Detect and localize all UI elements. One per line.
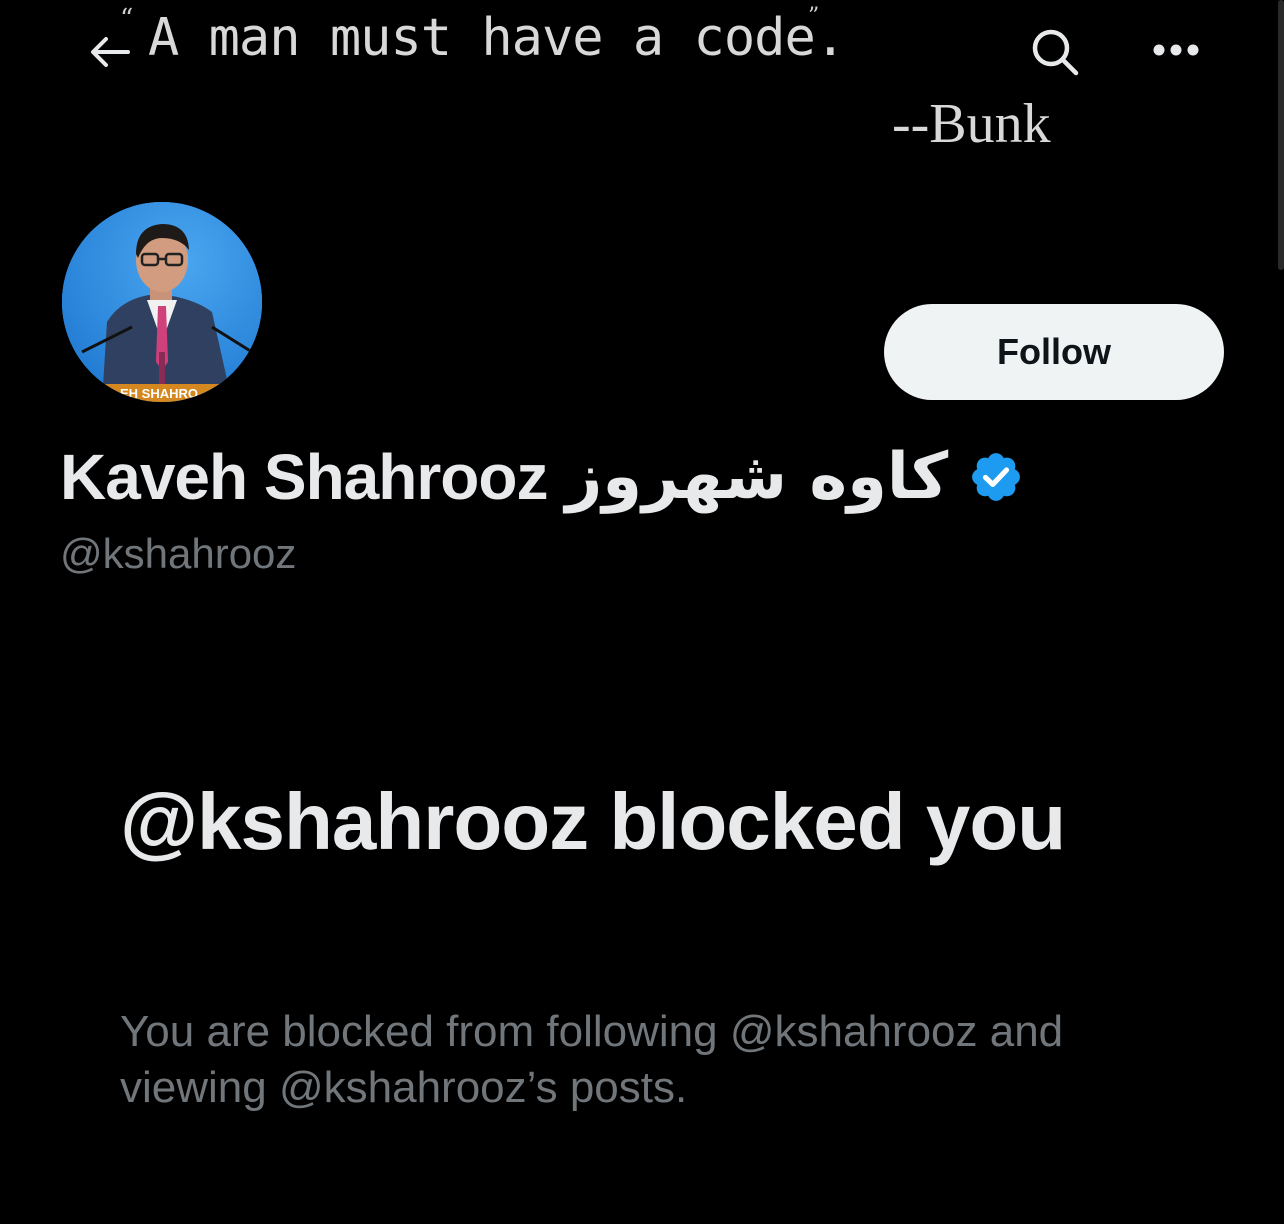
verified-badge-icon[interactable] xyxy=(968,449,1024,505)
blocked-description: You are blocked from following @kshahroo… xyxy=(120,1007,1064,1112)
profile-banner[interactable]: “ A man must have a code. ” --Bunk xyxy=(0,0,1284,190)
banner-attribution: --Bunk xyxy=(892,93,1051,155)
search-button[interactable] xyxy=(1024,22,1086,82)
search-icon xyxy=(1032,29,1079,76)
more-horizontal-icon xyxy=(1153,44,1199,56)
banner-quote-close: ” xyxy=(808,4,820,29)
profile-avatar[interactable]: EH SHAHRO xyxy=(58,198,266,406)
back-button[interactable] xyxy=(84,28,136,76)
blocked-title: @kshahrooz blocked you xyxy=(120,777,1066,866)
profile-handle: @kshahrooz xyxy=(60,530,297,577)
arrow-left-icon xyxy=(91,37,130,67)
avatar-photo: EH SHAHRO xyxy=(62,202,262,402)
profile-display-name: Kaveh Shahrooz کاوه شهروز xyxy=(60,440,1024,514)
banner-quote-text: A man must have a code. xyxy=(148,8,846,68)
display-name-persian: کاوه شهروز xyxy=(565,440,949,514)
avatar-nameplate-text: EH SHAHRO xyxy=(120,386,198,401)
more-options-button[interactable] xyxy=(1146,26,1206,74)
scrollbar[interactable] xyxy=(1278,0,1284,270)
display-name-latin: Kaveh Shahrooz xyxy=(60,441,548,513)
follow-button[interactable]: Follow xyxy=(884,304,1224,400)
